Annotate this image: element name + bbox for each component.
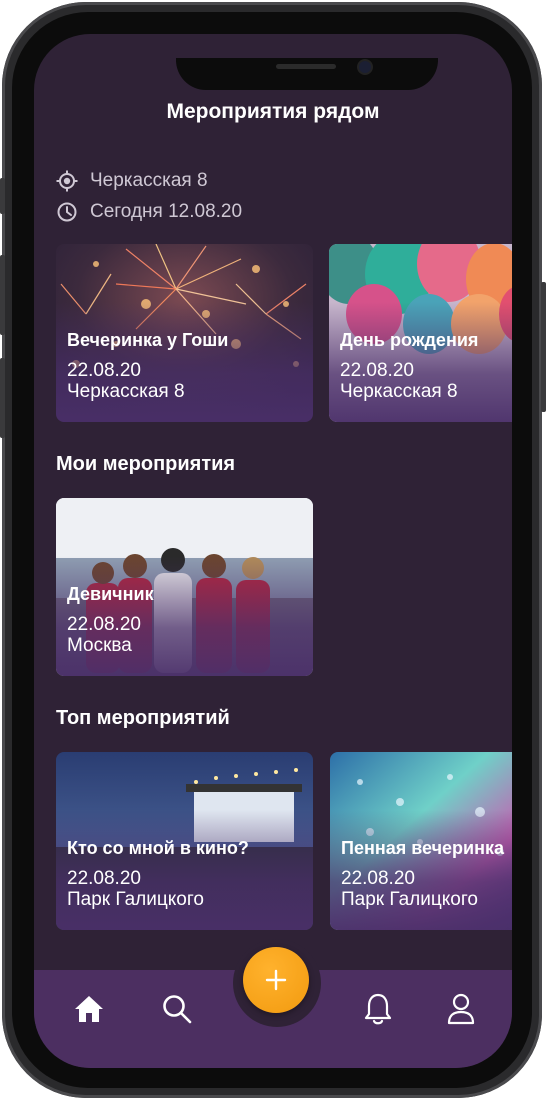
event-date: 22.08.20 <box>67 360 141 381</box>
event-card[interactable]: День рождения 22.08.20 Черкасская 8 <box>329 244 512 422</box>
event-card[interactable]: Кто со мной в кино? 22.08.20 Парк Галицк… <box>56 752 313 930</box>
tab-home[interactable] <box>72 992 106 1026</box>
event-title: Пенная вечеринка <box>341 838 505 858</box>
search-icon <box>163 995 192 1024</box>
event-title: Кто со мной в кино? <box>67 838 249 858</box>
section-title-my-events: Мои мероприятия <box>56 453 236 475</box>
event-place: Черкасская 8 <box>67 381 185 402</box>
location-target-icon <box>56 170 78 192</box>
event-place: Москва <box>67 635 132 656</box>
power-button <box>541 282 546 412</box>
event-place: Парк Галицкого <box>67 889 204 910</box>
bell-icon <box>364 993 392 1025</box>
date-row[interactable]: Сегодня 12.08.20 <box>56 201 242 223</box>
user-icon <box>447 993 475 1025</box>
page-title: Мероприятия рядом <box>166 100 380 123</box>
clock-icon <box>56 201 78 223</box>
event-date: 22.08.20 <box>341 868 415 889</box>
event-date: 22.08.20 <box>340 360 414 381</box>
event-date: 22.08.20 <box>67 868 141 889</box>
event-card[interactable]: Пенная вечеринка 22.08.20 Парк Галицкого <box>330 752 512 930</box>
event-place: Парк Галицкого <box>341 889 478 910</box>
tab-notifications[interactable] <box>361 992 395 1026</box>
event-title: День рождения <box>340 330 479 350</box>
event-title: Девичник <box>67 584 154 604</box>
tab-profile[interactable] <box>444 992 478 1026</box>
event-card[interactable]: Девичник 22.08.20 Москва <box>56 498 313 676</box>
notch <box>176 58 438 90</box>
plus-icon <box>265 969 287 991</box>
event-title: Вечеринка у Гоши <box>67 330 229 350</box>
add-event-button[interactable] <box>243 947 309 1013</box>
home-icon <box>75 996 103 1022</box>
event-card[interactable]: Вечеринка у Гоши 22.08.20 Черкасская 8 <box>56 244 313 422</box>
event-date: 22.08.20 <box>67 614 141 635</box>
event-place: Черкасская 8 <box>340 381 458 402</box>
volume-up-button <box>0 255 5 335</box>
section-title-top-events: Топ мероприятий <box>56 707 230 729</box>
volume-down-button <box>0 358 5 438</box>
tab-search[interactable] <box>160 992 194 1026</box>
app-screen: Мероприятия рядом Черкасская 8 Сегодня 1… <box>34 34 512 1068</box>
location-address: Черкасская 8 <box>90 170 208 191</box>
mute-switch <box>0 178 5 214</box>
location-row[interactable]: Черкасская 8 <box>56 170 208 192</box>
front-camera <box>359 61 371 73</box>
current-date: Сегодня 12.08.20 <box>90 201 243 222</box>
